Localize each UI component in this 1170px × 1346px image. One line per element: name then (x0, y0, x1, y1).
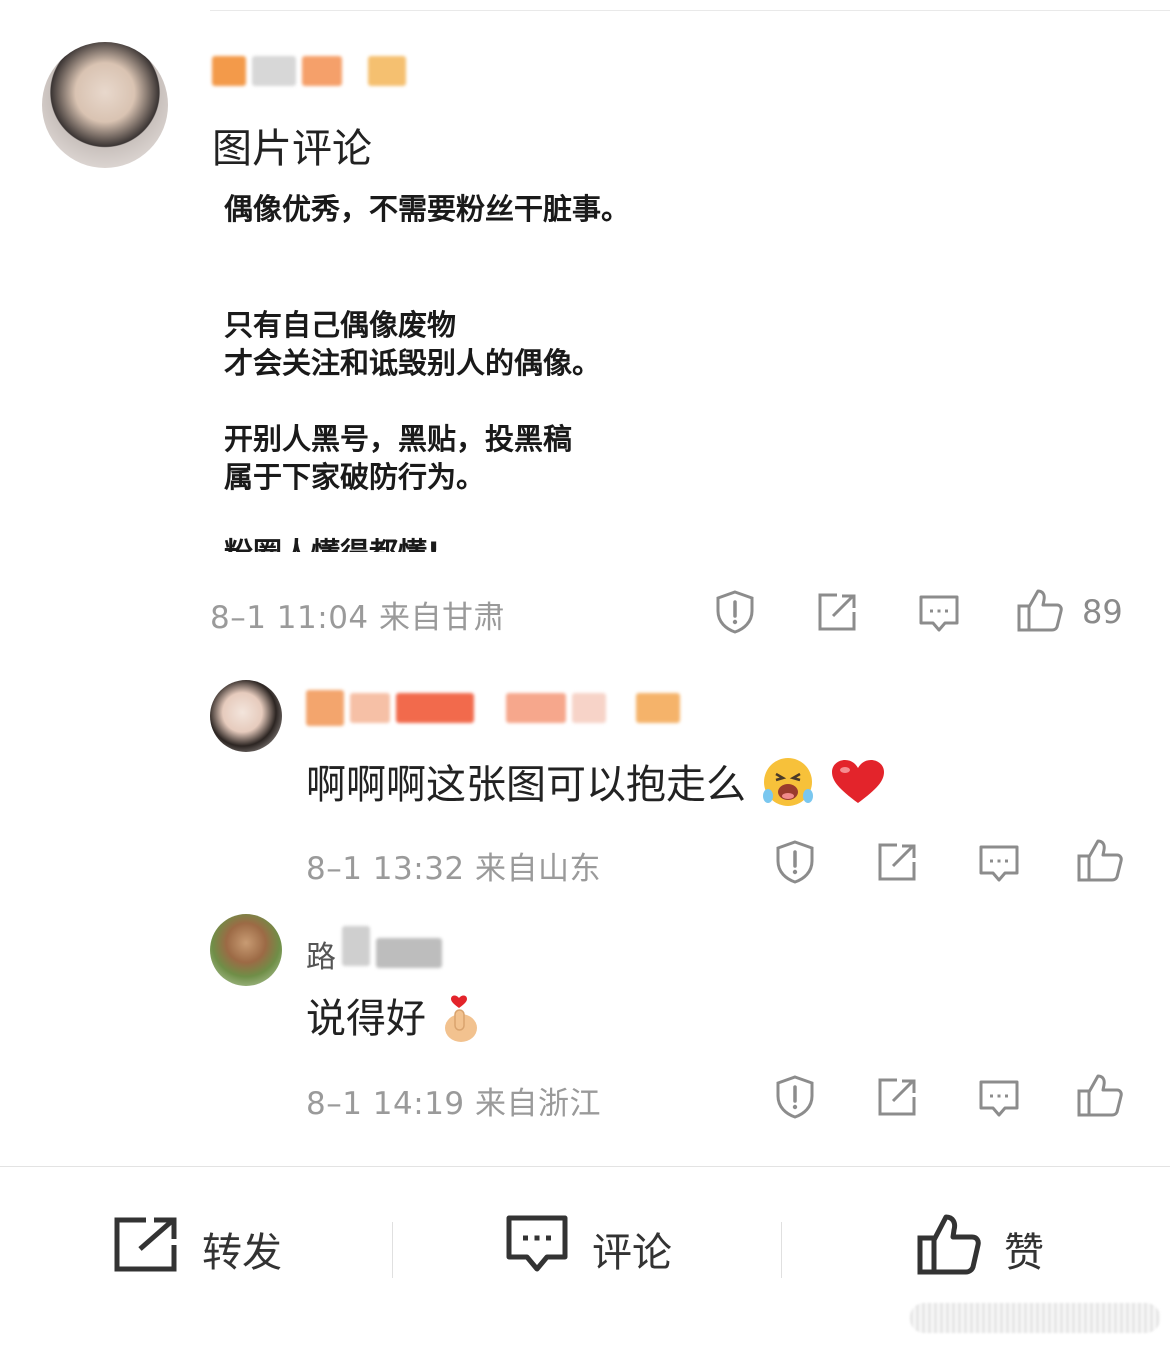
crying-laughing-emoji (759, 756, 817, 818)
like-icon (916, 1212, 982, 1286)
top-divider (210, 10, 1170, 11)
repost-icon[interactable] (875, 1077, 919, 1117)
username-blurred[interactable] (212, 56, 406, 86)
divider (392, 1222, 393, 1278)
like-button[interactable]: 赞 (916, 1214, 1044, 1281)
comment-label: 评论 (592, 1230, 672, 1276)
avatar[interactable] (210, 680, 282, 752)
repost-label: 转发 (202, 1230, 282, 1276)
comment-text: 啊啊啊这张图可以抱走么 (306, 752, 887, 818)
image-text-line: 属于下家破防行为。 (224, 460, 486, 494)
comment-text: 说得好 (306, 986, 483, 1054)
comment-meta: 8–1 13:32 来自山东 (306, 851, 601, 887)
like-count: 89 (1082, 593, 1123, 631)
username-partial: 路 (306, 940, 336, 975)
image-text-line: 偶像优秀，不需要粉丝干脏事。 (224, 192, 631, 226)
post-type-label: 图片评论 (212, 126, 372, 172)
comment-icon[interactable] (917, 593, 961, 635)
comment-icon (504, 1213, 570, 1285)
comment-text-content: 啊啊啊这张图可以抱走么 (306, 762, 746, 808)
avatar[interactable] (42, 42, 168, 168)
like-icon[interactable] (1076, 1072, 1124, 1118)
report-icon[interactable] (773, 839, 817, 885)
divider (781, 1222, 782, 1278)
comment-icon[interactable] (977, 843, 1021, 885)
comment-meta: 8–1 14:19 来自浙江 (306, 1086, 601, 1122)
report-icon[interactable] (773, 1074, 817, 1120)
image-text-line: 粉圈人懂得都懂! (224, 534, 784, 552)
finger-heart-emoji (439, 988, 483, 1054)
username-blurred[interactable]: 路 (306, 916, 442, 976)
post-image[interactable]: 偶像优秀，不需要粉丝干脏事。 只有自己偶像废物 才会关注和诋毁别人的偶像。 开别… (224, 190, 784, 552)
like-icon[interactable] (1076, 837, 1124, 883)
repost-icon[interactable] (875, 842, 919, 882)
avatar[interactable] (210, 914, 282, 986)
image-text-line: 只有自己偶像废物 (224, 308, 457, 342)
comment-text-content: 说得好 (306, 996, 426, 1042)
repost-button[interactable]: 转发 (112, 1217, 282, 1281)
comment-button[interactable]: 评论 (504, 1215, 672, 1281)
red-heart-emoji (829, 757, 887, 817)
like-label: 赞 (1004, 1230, 1044, 1276)
image-text-line: 才会关注和诋毁别人的偶像。 (224, 346, 602, 380)
report-icon[interactable] (713, 589, 757, 635)
like-icon[interactable] (1016, 587, 1064, 633)
bottom-action-bar: 转发 评论 赞 (0, 1166, 1170, 1346)
home-indicator (910, 1303, 1160, 1333)
image-text-line: 开别人黑号，黑贴，投黑稿 (224, 422, 573, 456)
username-blurred[interactable] (306, 690, 680, 726)
repost-icon[interactable] (815, 592, 859, 632)
post-meta: 8–1 11:04 来自甘肃 (210, 600, 505, 636)
repost-icon (112, 1215, 180, 1283)
comment-icon[interactable] (977, 1078, 1021, 1120)
